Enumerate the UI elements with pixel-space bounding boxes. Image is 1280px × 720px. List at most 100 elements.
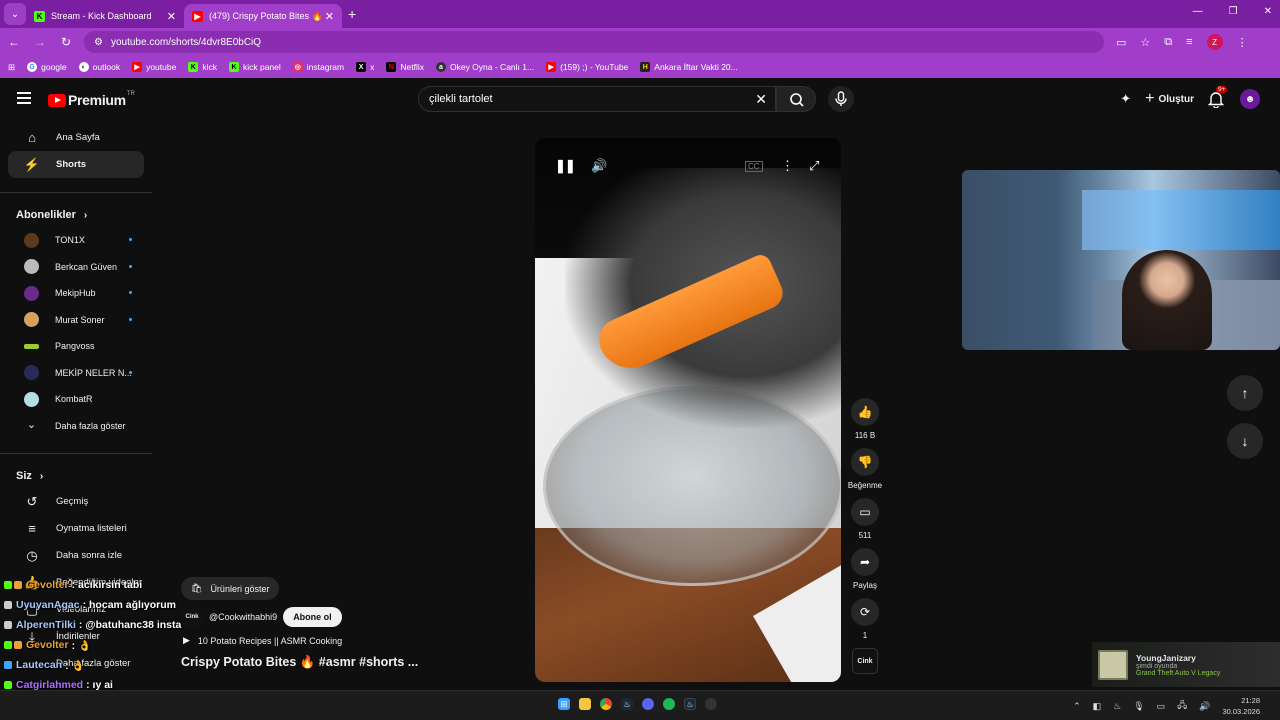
display-icon[interactable]: ▭: [1157, 701, 1166, 712]
notifications-button[interactable]: 9+: [1207, 86, 1228, 109]
sidebar-item-watch-later[interactable]: ◷ Daha sonra izle: [8, 542, 144, 569]
obs-icon[interactable]: [705, 698, 717, 710]
fullscreen-icon[interactable]: ⤢: [809, 158, 819, 174]
pause-icon[interactable]: ❚❚: [555, 158, 576, 174]
bookmark-star-icon[interactable]: ☆: [1140, 36, 1150, 49]
cast-icon[interactable]: ▭: [1116, 36, 1126, 49]
steam-friend-notification[interactable]: YoungJanizary şimdi oyunda Grand Theft A…: [1092, 642, 1280, 687]
chrome-icon[interactable]: [600, 698, 612, 710]
restore-icon[interactable]: ❐: [1229, 6, 1238, 17]
comment-action: ▭ 511: [845, 498, 885, 540]
sidebar-show-more[interactable]: ⌄ Daha fazla göster: [8, 413, 144, 440]
sidebar-sub-kombatr[interactable]: KombatR: [8, 386, 144, 413]
search-input[interactable]: çilekli tartolet ✕: [418, 86, 776, 112]
url-field[interactable]: ⚙ youtube.com/shorts/4dvr8E0bCiQ: [84, 31, 1104, 53]
sidebar-item-shorts[interactable]: ⚡ Shorts: [8, 151, 144, 178]
kebab-menu-icon[interactable]: ⋮: [1237, 36, 1248, 49]
clock[interactable]: 21:28 30.03.2026: [1222, 695, 1260, 717]
badge-icon: [4, 641, 12, 649]
search-button[interactable]: [776, 86, 816, 112]
youtube-premium-logo[interactable]: Premium TR: [48, 91, 135, 108]
clear-search-icon[interactable]: ✕: [755, 91, 767, 108]
tab-kick-dashboard[interactable]: K Stream - Kick Dashboard ✕: [26, 4, 184, 28]
microphone-icon[interactable]: 🎙: [1133, 701, 1144, 712]
discord-icon[interactable]: [642, 698, 654, 710]
sidebar-item-history[interactable]: ↺ Geçmiş: [8, 488, 144, 515]
create-button[interactable]: + Oluştur: [1145, 90, 1194, 108]
new-content-dot: [129, 264, 132, 268]
bookmark-ankara-iftar[interactable]: H Ankara İftar Vakti 20...: [640, 62, 738, 72]
site-info-icon[interactable]: ⚙: [94, 37, 103, 48]
steam-icon[interactable]: ♨: [684, 698, 696, 710]
tab-search-button[interactable]: ⌄: [4, 3, 26, 25]
short-title[interactable]: Crispy Potato Bites 🔥 #asmr #shorts ...: [181, 655, 418, 670]
bookmark-google[interactable]: Ggoogle: [27, 62, 67, 72]
comments-button[interactable]: ▭: [851, 498, 879, 526]
share-button[interactable]: ➦: [851, 548, 879, 576]
file-explorer-icon[interactable]: [579, 698, 591, 710]
spotify-icon[interactable]: [663, 698, 675, 710]
you-heading[interactable]: Siz ›: [0, 464, 152, 488]
network-icon[interactable]: 🖧: [1177, 698, 1187, 714]
tray-app-icon[interactable]: ◧: [1093, 701, 1102, 712]
previous-short-button[interactable]: ↑: [1227, 375, 1263, 411]
cast-tv-icon[interactable]: ✦: [1120, 91, 1131, 107]
menu-icon[interactable]: [17, 92, 31, 107]
subscribe-button[interactable]: Abone ol: [283, 607, 342, 627]
bookmark-okey[interactable]: a Okey Oyna - Canlı 1...: [435, 62, 534, 72]
sidebar-sub-murat[interactable]: Murat Soner: [8, 307, 144, 334]
close-icon[interactable]: ✕: [325, 10, 334, 23]
shorts-video-player[interactable]: ❚❚ 🔊 CC ⋮ ⤢: [535, 138, 841, 682]
back-icon[interactable]: ←: [2, 35, 26, 49]
sidebar-sub-ton1x[interactable]: TON1X: [8, 227, 144, 254]
notification-badge: 9+: [1216, 86, 1228, 93]
new-tab-button[interactable]: +: [348, 6, 356, 22]
captions-icon[interactable]: CC: [745, 161, 763, 172]
tab-youtube-short[interactable]: ▶ (479) Crispy Potato Bites 🔥 🔊 ✕: [184, 4, 342, 28]
close-icon[interactable]: ✕: [167, 10, 176, 23]
volume-icon[interactable]: 🔊: [1199, 701, 1210, 712]
sidebar-item-home[interactable]: ⌂ Ana Sayfa: [8, 124, 144, 151]
remix-button[interactable]: ⟳: [851, 598, 879, 626]
reading-list-icon[interactable]: ≡: [1186, 36, 1192, 48]
windows-start-icon[interactable]: ⊞: [558, 698, 570, 710]
steam-icon[interactable]: ♨: [621, 698, 633, 710]
channel-sound-thumbnail[interactable]: Cink: [852, 648, 878, 674]
playlist-link[interactable]: ▶ 10 Potato Recipes || ASMR Cooking: [183, 635, 342, 646]
voice-search-button[interactable]: [828, 86, 854, 112]
steam-icon[interactable]: ♨: [1113, 701, 1121, 712]
close-window-icon[interactable]: ✕: [1264, 6, 1272, 17]
minimize-icon[interactable]: —: [1193, 6, 1203, 17]
sidebar-sub-berkcan[interactable]: Berkcan Güven: [8, 254, 144, 281]
sidebar-sub-pangvoss[interactable]: Pangvoss: [8, 333, 144, 360]
sidebar-item-playlists[interactable]: ≡ Oynatma listeleri: [8, 515, 144, 542]
like-button[interactable]: 👍: [851, 398, 879, 426]
dislike-button[interactable]: 👎: [851, 448, 879, 476]
bookmark-youtube[interactable]: ▶ youtube: [132, 62, 176, 72]
account-avatar[interactable]: ☻: [1240, 89, 1260, 109]
channel-handle[interactable]: @Cookwithabhi9: [209, 612, 277, 622]
bookmark-netflix[interactable]: N Netflix: [386, 62, 424, 72]
reload-icon[interactable]: ↻: [54, 35, 78, 49]
sidebar-sub-mekip-neler[interactable]: MEKİP NELER N...: [8, 360, 144, 387]
next-short-button[interactable]: ↓: [1227, 423, 1263, 459]
bookmark-kick[interactable]: Kkick: [188, 62, 217, 72]
chevron-up-icon[interactable]: ⌃: [1073, 701, 1081, 712]
bookmark-youtube-2[interactable]: ▶ (159) ;) - YouTube: [546, 62, 628, 72]
more-options-icon[interactable]: ⋮: [781, 158, 794, 174]
profile-avatar[interactable]: Z: [1206, 34, 1223, 50]
volume-icon[interactable]: 🔊: [591, 158, 607, 174]
bookmark-kick-panel[interactable]: Kkick panel: [228, 62, 281, 72]
bookmark-outlook[interactable]: ◐ outlook: [78, 62, 120, 72]
bookmark-x[interactable]: Xx: [356, 62, 374, 72]
stream-chat-overlay: Gevolter: acıkırsın tabi UyuyanAgac: hoc…: [4, 575, 204, 695]
led-light: [1082, 190, 1280, 250]
chat-message: UyuyanAgac: hocam ağlıyorum: [4, 595, 204, 615]
apps-grid-icon[interactable]: ⊞: [8, 62, 15, 73]
subscriptions-heading[interactable]: Abonelikler ›: [0, 203, 152, 227]
sidebar-sub-mekiphub[interactable]: MekipHub: [8, 280, 144, 307]
extensions-icon[interactable]: ⧉: [1164, 36, 1172, 49]
forward-icon[interactable]: →: [28, 35, 52, 49]
bookmark-instagram[interactable]: ◎ instagram: [292, 62, 344, 72]
youtube-icon: ▶: [192, 10, 203, 22]
